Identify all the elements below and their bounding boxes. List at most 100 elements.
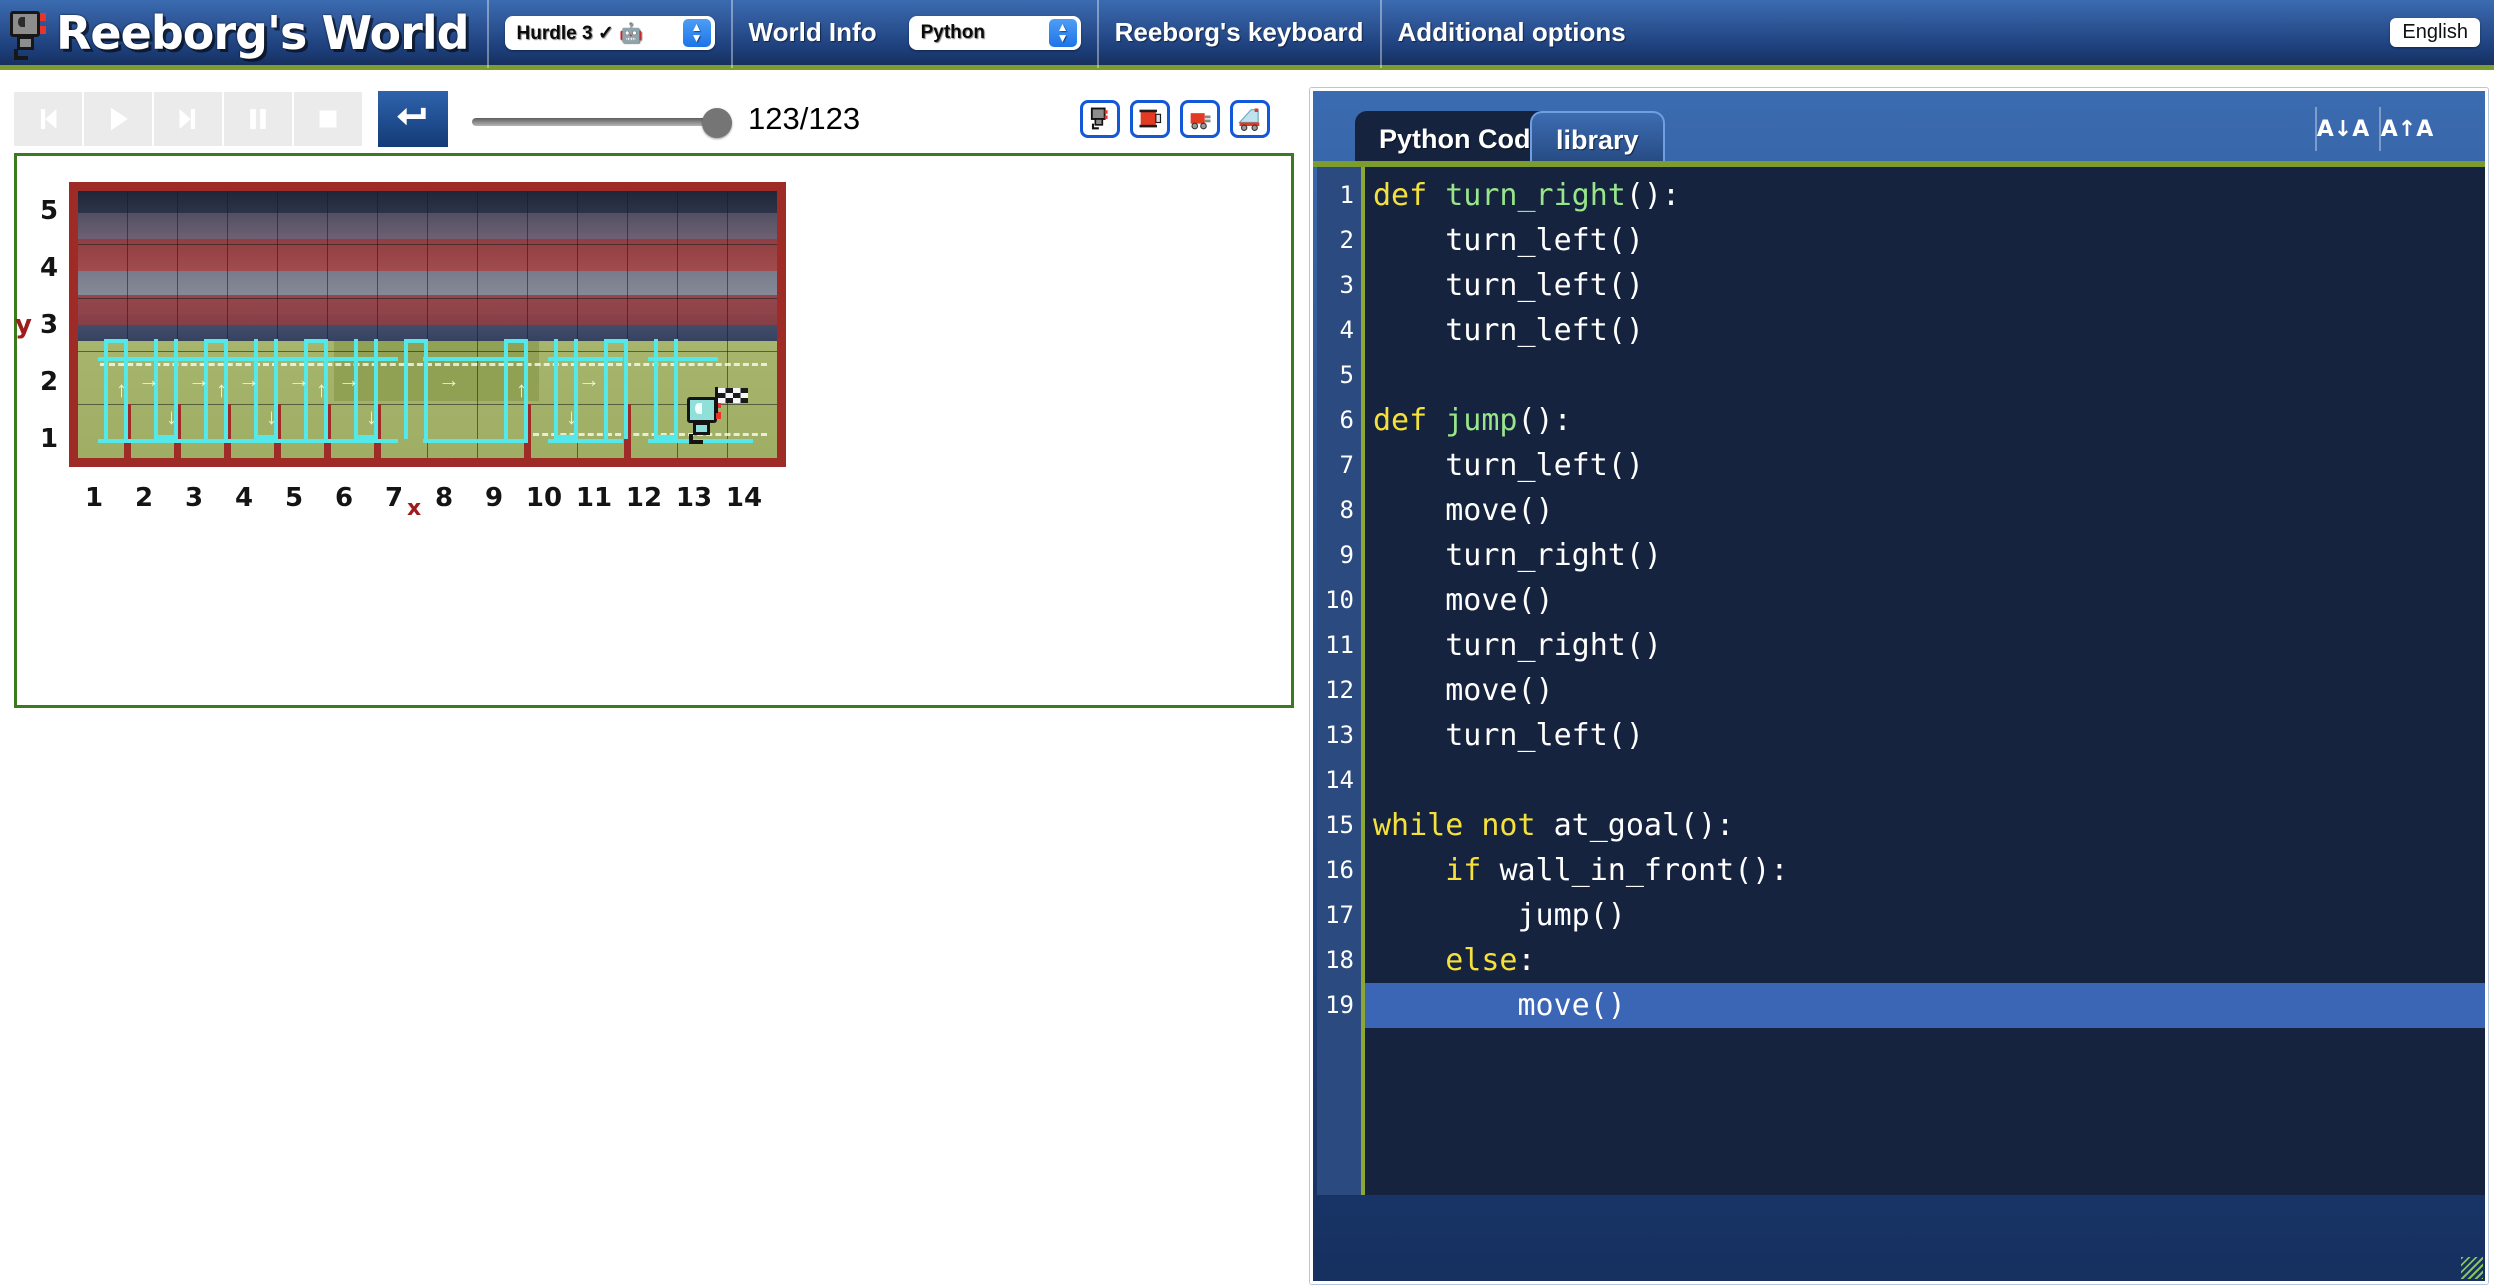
keyword-token: def (1373, 403, 1446, 438)
code-line[interactable]: move() (1365, 488, 2485, 533)
chevron-updown-icon: ▲ ▼ (1048, 18, 1077, 47)
car-button[interactable] (1180, 100, 1220, 138)
reload-button[interactable] (378, 91, 448, 147)
function-token: jump (1445, 403, 1518, 438)
line-number: 9 (1339, 541, 1354, 569)
machine-button[interactable] (1130, 100, 1170, 138)
line-number: 13 (1325, 721, 1354, 749)
y-axis-label-2: 2 (39, 367, 59, 397)
code-token: turn_left() (1373, 268, 1644, 303)
y-axis-name: y (15, 310, 32, 340)
slider-knob[interactable] (702, 108, 732, 138)
font-decrease-button[interactable]: A↓A (2315, 107, 2369, 151)
y-axis-label-3: 3 (39, 310, 59, 340)
code-line[interactable]: def jump(): (1365, 398, 2485, 443)
robot-icon (1090, 107, 1108, 130)
step-counter: 123/123 (748, 101, 861, 136)
line-number: 18 (1325, 946, 1354, 974)
reeborg-keyboard-button[interactable]: Reeborg's keyboard (1099, 0, 1380, 68)
code-line[interactable]: turn_left() (1365, 218, 2485, 263)
resize-handle[interactable] (2461, 1257, 2483, 1279)
font-increase-button[interactable]: A↑A (2379, 107, 2433, 151)
robot-view-button[interactable] (1080, 100, 1120, 138)
line-number: 2 (1339, 226, 1354, 254)
code-line[interactable]: turn_left() (1365, 713, 2485, 758)
world-info-button[interactable]: World Info (733, 0, 893, 68)
line-number: 8 (1339, 496, 1354, 524)
code-editor-panel: Python Code library A↓A A↑A 1 2 3 4 5 6 7 8 9 10 1… (1310, 88, 2488, 1284)
x-axis-label-5: 5 (284, 483, 304, 513)
world-object-buttons (1080, 100, 1270, 138)
code-line[interactable]: move() (1365, 668, 2485, 713)
line-number: 6 (1339, 406, 1354, 434)
editor-tabbar: Python Code library A↓A A↑A (1313, 91, 2485, 167)
ui-language-button[interactable]: English (2390, 18, 2480, 47)
step-back-button[interactable] (14, 92, 82, 146)
code-line[interactable]: turn_left() (1365, 308, 2485, 353)
code-token: at_goal(): (1553, 808, 1735, 843)
code-line[interactable]: jump() (1365, 893, 2485, 938)
line-number: 3 (1339, 271, 1354, 299)
pause-icon (250, 109, 266, 129)
tab-library[interactable]: library (1530, 111, 1665, 167)
code-token: wall_in_front(): (1499, 853, 1789, 888)
chevron-updown-icon: ▲ ▼ (682, 18, 711, 47)
font-increase-label: A↑A (2380, 116, 2434, 142)
world-selector[interactable]: Hurdle 3 ✓ 🤖 ▲ ▼ (504, 15, 715, 50)
font-decrease-label: A↓A (2316, 116, 2370, 142)
language-selector[interactable]: Python ▲ ▼ (908, 15, 1081, 50)
return-arrow-icon (397, 107, 426, 126)
function-token: turn_right (1445, 178, 1626, 213)
speed-slider[interactable] (472, 92, 732, 146)
reeborg-logo-icon (4, 5, 50, 61)
world-canvas-frame[interactable]: 5 4 3 2 1 y → → → → → → → → → → → ↑ ↑ ↑ … (14, 153, 1294, 708)
code-token: (): (1517, 403, 1572, 438)
line-number: 16 (1325, 856, 1354, 884)
additional-options-button[interactable]: Additional options (1382, 0, 1642, 68)
truck-button[interactable] (1230, 100, 1270, 138)
pause-button[interactable] (224, 92, 292, 146)
code-token: turn_left() (1373, 223, 1644, 258)
language-selector-value: Python (920, 21, 985, 43)
robot-trace (98, 357, 398, 361)
code-line[interactable]: turn_left() (1365, 263, 2485, 308)
code-line[interactable]: if wall_in_front(): (1365, 848, 2485, 893)
x-axis-name: x (407, 496, 422, 521)
code-content[interactable]: def turn_right(): turn_left() turn_left(… (1365, 167, 2485, 1195)
code-token: turn_left() (1373, 718, 1644, 753)
world-selector-value: Hurdle 3 ✓ 🤖 (516, 22, 643, 44)
stop-button[interactable] (294, 92, 362, 146)
code-token: jump() (1373, 898, 1626, 933)
step-forward-button[interactable] (154, 92, 222, 146)
world-grid[interactable]: → → → → → → → → → → → ↑ ↑ ↑ ↑ ↓ ↓ ↓ ↓ (69, 182, 786, 467)
keyword-token: def (1373, 178, 1446, 213)
skip-forward-icon (179, 109, 196, 129)
line-number: 17 (1325, 901, 1354, 929)
code-line[interactable]: turn_left() (1365, 443, 2485, 488)
code-line[interactable]: move() (1365, 578, 2485, 623)
code-editor[interactable]: 1 2 3 4 5 6 7 8 9 10 11 12 13 14 15 16 17 18 19 def turn_r… (1317, 167, 2485, 1195)
keyword-token: while not (1373, 808, 1554, 843)
code-line[interactable] (1365, 758, 2485, 803)
line-number: 5 (1339, 361, 1354, 389)
code-line[interactable]: turn_right() (1365, 533, 2485, 578)
y-axis-label-5: 5 (39, 196, 59, 226)
line-number: 19 (1325, 991, 1354, 1019)
code-line[interactable]: while not at_goal(): (1365, 803, 2485, 848)
x-axis-label-12: 12 (625, 483, 663, 513)
code-line[interactable]: turn_right() (1365, 623, 2485, 668)
play-button[interactable] (84, 92, 152, 146)
x-axis-label-4: 4 (234, 483, 254, 513)
code-line[interactable]: else: (1365, 938, 2485, 983)
code-line[interactable]: def turn_right(): (1365, 173, 2485, 218)
language-selector-wrap: Python ▲ ▼ (893, 0, 1097, 68)
code-token: turn_right() (1373, 538, 1662, 573)
x-axis-label-10: 10 (525, 483, 563, 513)
code-line[interactable] (1365, 353, 2485, 398)
code-line[interactable]: move() (1365, 983, 2485, 1028)
code-token: move() (1373, 493, 1554, 528)
line-number: 11 (1325, 631, 1354, 659)
line-number: 7 (1339, 451, 1354, 479)
world-canvas[interactable]: 5 4 3 2 1 y → → → → → → → → → → → ↑ ↑ ↑ … (15, 156, 1291, 705)
